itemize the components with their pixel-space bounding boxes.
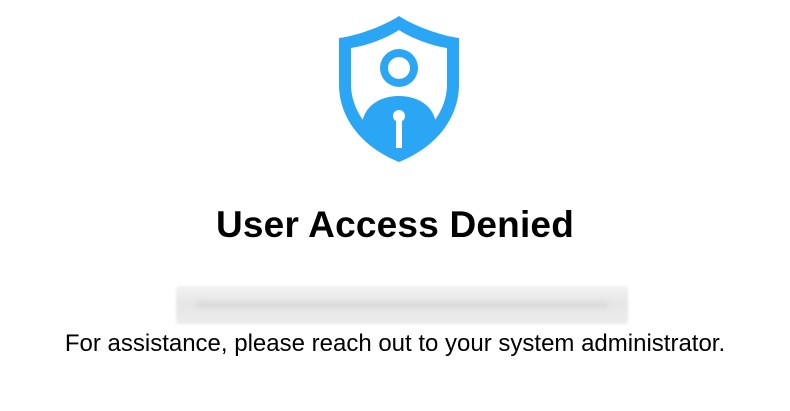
assistance-message: For assistance, please reach out to your… (64, 330, 726, 357)
access-denied-page: User Access Denied For assistance, pleas… (0, 0, 790, 411)
shield-user-icon (334, 12, 464, 164)
page-title: User Access Denied (215, 204, 575, 245)
redacted-account-bar (176, 286, 628, 324)
redacted-text-blur (196, 302, 608, 308)
